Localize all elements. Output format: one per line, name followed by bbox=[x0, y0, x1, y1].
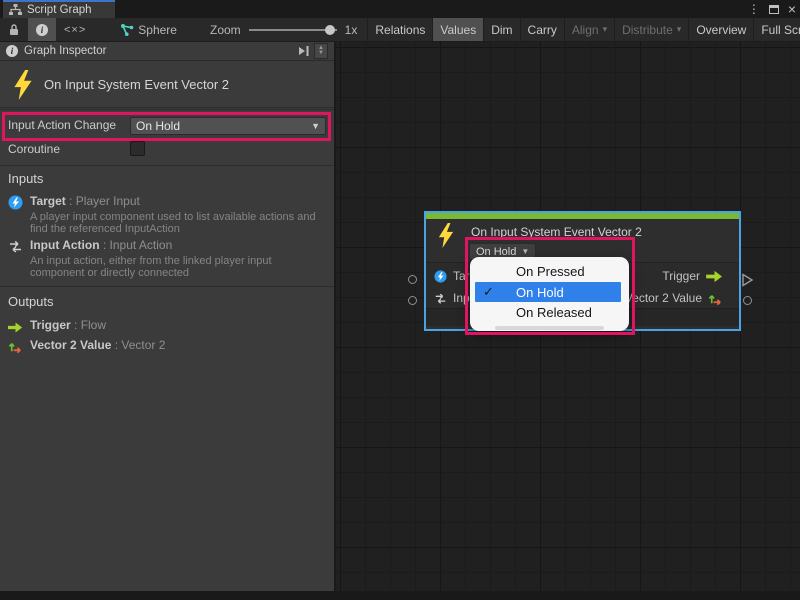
info-icon: i bbox=[36, 24, 48, 36]
graph-canvas[interactable]: On Input System Event Vector 2 On Hold ▼… bbox=[336, 42, 800, 591]
relations-button[interactable]: Relations bbox=[367, 18, 432, 41]
tab-title: Script Graph bbox=[27, 4, 92, 16]
input-doc-input-action: Input Action : Input Action An input act… bbox=[8, 238, 272, 279]
input-action-change-dropdown[interactable]: On Hold ▼ bbox=[130, 117, 326, 135]
lightning-bolt-icon bbox=[12, 70, 34, 100]
inputs-heading: Inputs bbox=[8, 171, 43, 186]
window-titlebar: Script Graph ⋮ × bbox=[0, 0, 800, 18]
chevron-down-icon: ▾ bbox=[603, 25, 608, 34]
flow-arrow-icon bbox=[706, 270, 723, 283]
window-bottom-edge bbox=[0, 591, 800, 600]
inspector-header: i Graph Inspector ▲▼ bbox=[0, 42, 334, 61]
scroll-spinner[interactable]: ▲▼ bbox=[314, 43, 328, 59]
target-name-label: Sphere bbox=[138, 23, 177, 37]
zoom-label: Zoom bbox=[210, 23, 241, 37]
chevron-down-icon: ▼ bbox=[311, 121, 320, 131]
close-icon[interactable]: × bbox=[788, 2, 796, 16]
checkmark-icon: ✓ bbox=[483, 284, 494, 300]
maximize-icon[interactable] bbox=[769, 5, 779, 14]
player-input-icon bbox=[8, 195, 23, 210]
port-connector-vector2[interactable] bbox=[743, 296, 752, 305]
vector2-icon bbox=[708, 291, 723, 306]
lightning-bolt-icon bbox=[437, 223, 455, 248]
node-title: On Input System Event Vector 2 bbox=[471, 225, 642, 239]
code-icon: <×> bbox=[64, 24, 86, 36]
graph-target-button[interactable]: Sphere bbox=[106, 18, 184, 41]
window-menu-icon[interactable]: ⋮ bbox=[748, 3, 760, 15]
menu-item-on-pressed[interactable]: On Pressed bbox=[470, 261, 629, 282]
overview-button[interactable]: Overview bbox=[688, 18, 753, 41]
lock-icon bbox=[8, 23, 20, 36]
values-button[interactable]: Values bbox=[432, 18, 483, 41]
output-doc-trigger: Trigger : Flow bbox=[8, 318, 106, 335]
input-action-change-value: On Hold bbox=[136, 119, 180, 133]
port-vector2-value[interactable]: Vector 2 Value bbox=[625, 291, 723, 306]
coroutine-checkbox[interactable] bbox=[130, 141, 145, 156]
port-connector-input-action[interactable] bbox=[408, 296, 417, 305]
carry-button[interactable]: Carry bbox=[520, 18, 564, 41]
graph-toolbar: i <×> Sphere Zoom 1x Relations Values Di… bbox=[0, 18, 800, 42]
info-icon: i bbox=[6, 45, 18, 57]
input-action-change-label: Input Action Change bbox=[8, 118, 116, 132]
dim-button[interactable]: Dim bbox=[483, 18, 519, 41]
dropdown-menu: On Pressed ✓ On Hold On Released bbox=[470, 257, 629, 331]
output-doc-vector2: Vector 2 Value : Vector 2 bbox=[8, 338, 165, 354]
align-button[interactable]: Align ▾ bbox=[564, 18, 614, 41]
vector2-icon bbox=[8, 339, 23, 354]
tab-script-graph[interactable]: Script Graph bbox=[3, 0, 115, 18]
zoom-slider[interactable] bbox=[249, 23, 337, 37]
input-doc-target: Target : Player Input A player input com… bbox=[8, 194, 316, 235]
inspected-node-title: On Input System Event Vector 2 bbox=[44, 77, 229, 92]
dock-panel-icon[interactable] bbox=[298, 45, 310, 57]
port-connector-target[interactable] bbox=[408, 275, 417, 284]
input-action-icon bbox=[8, 239, 23, 254]
menu-item-on-released[interactable]: On Released bbox=[470, 302, 629, 323]
coroutine-label: Coroutine bbox=[8, 142, 60, 156]
script-graph-asset-icon bbox=[120, 23, 134, 37]
full-screen-button[interactable]: Full Screen bbox=[753, 18, 800, 41]
inspector-title: Graph Inspector bbox=[24, 45, 106, 57]
menu-scroll-hint bbox=[495, 326, 603, 330]
inspector-toggle-button[interactable]: i bbox=[28, 18, 56, 41]
node-dropdown-value: On Hold bbox=[476, 246, 516, 258]
zoom-value: 1x bbox=[345, 23, 358, 37]
graph-inspector-panel: i Graph Inspector ▲▼ On Input System Eve… bbox=[0, 42, 335, 591]
graph-icon bbox=[9, 4, 22, 16]
inspected-node-header: On Input System Event Vector 2 bbox=[0, 62, 334, 108]
player-input-icon bbox=[434, 270, 447, 283]
chevron-down-icon: ▼ bbox=[521, 247, 529, 256]
input-action-icon bbox=[434, 292, 447, 305]
flow-arrow-icon bbox=[8, 320, 23, 335]
chevron-down-icon: ▾ bbox=[677, 25, 682, 34]
menu-item-on-hold[interactable]: ✓ On Hold bbox=[475, 282, 621, 302]
port-trigger[interactable]: Trigger bbox=[662, 269, 723, 283]
port-connector-trigger[interactable] bbox=[741, 273, 754, 287]
lock-button[interactable] bbox=[0, 18, 28, 41]
code-preview-button[interactable]: <×> bbox=[56, 18, 94, 41]
zoom-slider-handle[interactable] bbox=[325, 25, 335, 35]
distribute-button[interactable]: Distribute ▾ bbox=[614, 18, 688, 41]
outputs-heading: Outputs bbox=[8, 294, 54, 309]
